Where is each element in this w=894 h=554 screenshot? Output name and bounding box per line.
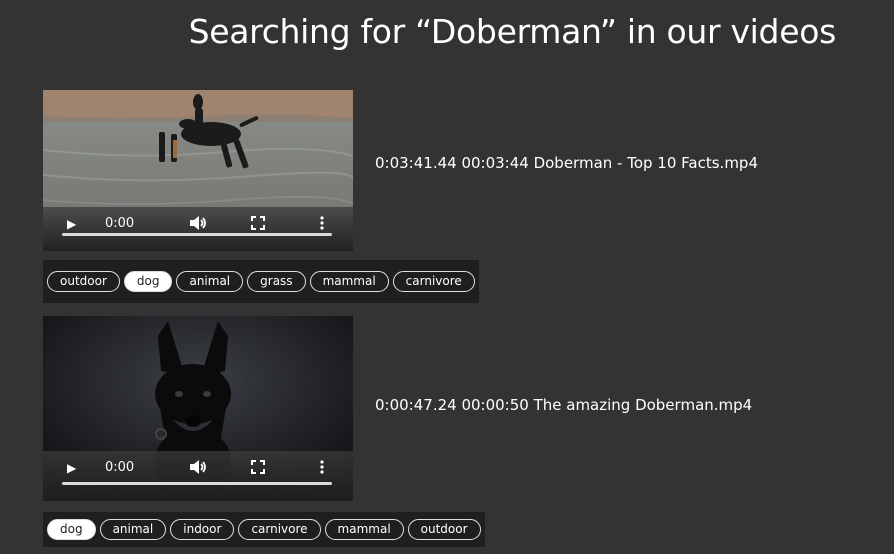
play-icon[interactable]: ▶: [67, 461, 76, 475]
play-icon[interactable]: ▶: [67, 217, 76, 231]
tag-grass[interactable]: grass: [247, 271, 306, 292]
video-player[interactable]: ▶ 0:00: [43, 90, 353, 251]
video-controls: ▶ 0:00: [43, 451, 353, 501]
tag-mammal[interactable]: mammal: [309, 271, 389, 292]
fullscreen-icon[interactable]: [251, 460, 265, 477]
video-controls: ▶ 0:00: [43, 207, 353, 251]
tag-dog[interactable]: dog: [47, 519, 96, 540]
volume-icon[interactable]: [189, 216, 207, 233]
tag-indoor[interactable]: indoor: [170, 519, 235, 540]
tag-outdoor[interactable]: outdoor: [47, 271, 120, 292]
menu-icon[interactable]: [320, 216, 324, 233]
tag-animal[interactable]: animal: [99, 519, 167, 540]
current-time: 0:00: [105, 460, 135, 475]
tag-bar: dog animal indoor carnivore mammal outdo…: [43, 512, 485, 547]
video-meta: 0:03:41.44 00:03:44 Doberman - Top 10 Fa…: [375, 154, 758, 172]
progress-bar[interactable]: [62, 233, 332, 236]
video-result: ▶ 0:00: [43, 90, 803, 303]
progress-bar[interactable]: [62, 482, 332, 485]
video-result: ▶ 0:00: [43, 316, 803, 547]
tag-carnivore[interactable]: carnivore: [392, 271, 475, 292]
tag-animal[interactable]: animal: [176, 271, 244, 292]
tag-outdoor[interactable]: outdoor: [407, 519, 481, 540]
video-meta: 0:00:47.24 00:00:50 The amazing Doberman…: [375, 396, 753, 414]
volume-icon[interactable]: [189, 460, 207, 477]
page-title: Searching for “Doberman” in our videos: [188, 12, 837, 51]
current-time: 0:00: [105, 216, 135, 231]
fullscreen-icon[interactable]: [251, 216, 265, 233]
menu-icon[interactable]: [320, 460, 324, 477]
tag-carnivore[interactable]: carnivore: [238, 519, 321, 540]
tag-bar: outdoor dog animal grass mammal carnivor…: [43, 260, 479, 303]
video-player[interactable]: ▶ 0:00: [43, 316, 353, 501]
tag-dog[interactable]: dog: [123, 271, 173, 292]
tag-mammal[interactable]: mammal: [324, 519, 404, 540]
